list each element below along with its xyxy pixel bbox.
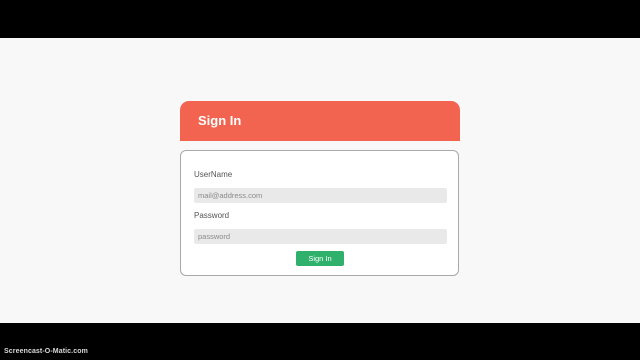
signin-title: Sign In xyxy=(198,113,242,128)
recorder-watermark: Screencast-O-Matic.com xyxy=(4,348,88,355)
password-label: Password xyxy=(194,211,230,220)
signin-form: UserName Password Sign In xyxy=(180,150,459,276)
top-letterbox xyxy=(0,0,640,38)
username-input[interactable] xyxy=(194,188,447,203)
bottom-letterbox xyxy=(0,323,640,360)
signin-card-header: Sign In xyxy=(180,101,460,141)
signin-button[interactable]: Sign In xyxy=(296,251,344,266)
password-input[interactable] xyxy=(194,229,447,244)
username-label: UserName xyxy=(194,170,233,179)
